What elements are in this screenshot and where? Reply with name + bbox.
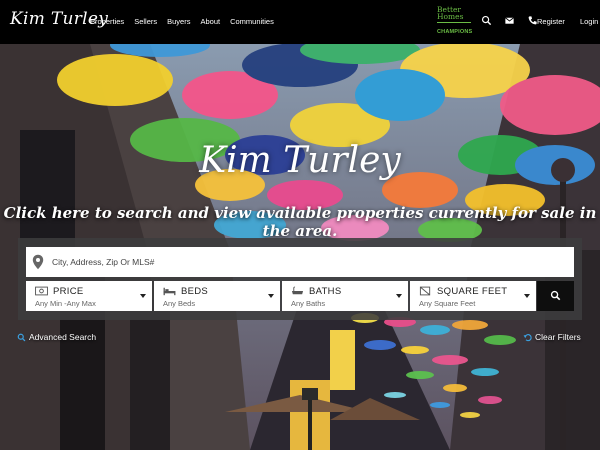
clear-filters-label: Clear Filters: [535, 332, 581, 342]
brand-rule: [437, 22, 471, 23]
square-feet-value: Any Square Feet: [419, 299, 476, 308]
chevron-down-icon: [268, 294, 274, 298]
envelope-icon[interactable]: [504, 15, 515, 26]
advanced-search-label: Advanced Search: [29, 332, 97, 342]
filter-row: PRICE Any Min -Any Max BEDS Any Beds BAT…: [26, 281, 536, 311]
nav-buyers[interactable]: Buyers: [167, 17, 190, 26]
register-link[interactable]: Register: [537, 17, 565, 26]
header-icons: [481, 15, 538, 26]
money-icon: [35, 286, 48, 296]
square-feet-icon: [419, 286, 431, 296]
baths-value: Any Baths: [291, 299, 326, 308]
search-button[interactable]: [537, 281, 574, 311]
login-link[interactable]: Login: [580, 17, 598, 26]
clear-filters-link[interactable]: Clear Filters: [523, 332, 581, 342]
square-feet-label: SQUARE FEET: [437, 286, 508, 297]
hero-subtitle[interactable]: Click here to search and view available …: [0, 204, 600, 240]
beds-value: Any Beds: [163, 299, 196, 308]
price-value: Any Min -Any Max: [35, 299, 96, 308]
search-icon: [550, 290, 561, 301]
search-box: [26, 247, 574, 277]
nav-properties[interactable]: Properties: [90, 17, 124, 26]
price-label: PRICE: [53, 286, 84, 297]
search-input[interactable]: [52, 247, 567, 277]
map-pin-icon: [32, 254, 44, 270]
bed-icon: [163, 287, 176, 296]
nav-about[interactable]: About: [200, 17, 220, 26]
bath-icon: [291, 286, 304, 295]
hero-title: Kim Turley: [199, 140, 401, 181]
brand-champions: CHAMPIONS: [437, 29, 473, 35]
search-icon: [17, 333, 26, 341]
beds-filter[interactable]: BEDS Any Beds: [154, 281, 280, 311]
nav-sellers[interactable]: Sellers: [134, 17, 157, 26]
square-feet-filter[interactable]: SQUARE FEET Any Square Feet: [410, 281, 536, 311]
nav-communities[interactable]: Communities: [230, 17, 274, 26]
auth-links: Register Login: [537, 17, 598, 26]
main-nav: Properties Sellers Buyers About Communit…: [90, 17, 274, 26]
site-header: Kim Turley Properties Sellers Buyers Abo…: [0, 0, 600, 44]
advanced-search-link[interactable]: Advanced Search: [17, 332, 96, 342]
brokerage-logo: Better Homes CHAMPIONS: [437, 6, 473, 39]
search-icon[interactable]: [481, 15, 492, 26]
search-panel: PRICE Any Min -Any Max BEDS Any Beds BAT…: [18, 238, 582, 320]
undo-icon: [523, 333, 532, 341]
brand-line2: Homes: [437, 12, 464, 21]
baths-label: BATHS: [309, 286, 342, 297]
chevron-down-icon: [140, 294, 146, 298]
baths-filter[interactable]: BATHS Any Baths: [282, 281, 408, 311]
price-filter[interactable]: PRICE Any Min -Any Max: [26, 281, 152, 311]
chevron-down-icon: [396, 294, 402, 298]
chevron-down-icon: [524, 294, 530, 298]
beds-label: BEDS: [181, 286, 209, 297]
